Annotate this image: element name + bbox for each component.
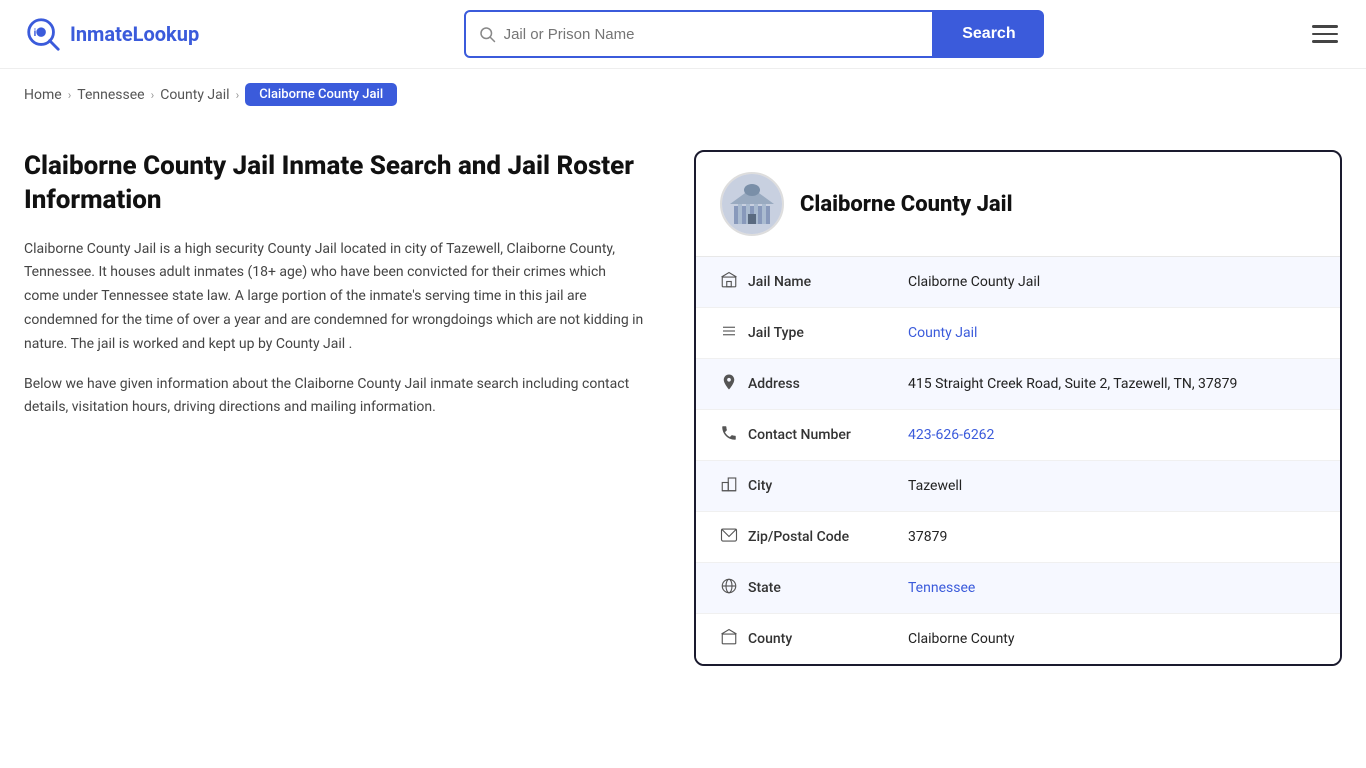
- row-value: Tazewell: [908, 478, 1316, 494]
- logo-link[interactable]: i InmateLookup: [24, 15, 199, 53]
- description-2: Below we have given information about th…: [24, 373, 644, 421]
- hamburger-line1: [1312, 25, 1338, 28]
- county-icon: [720, 628, 748, 650]
- row-value: Claiborne County Jail: [908, 274, 1316, 290]
- search-button[interactable]: Search: [934, 10, 1043, 58]
- row-value: 37879: [908, 529, 1316, 545]
- breadcrumb-jail-type[interactable]: County Jail: [160, 87, 229, 103]
- breadcrumb-state[interactable]: Tennessee: [77, 87, 144, 103]
- card-header: Claiborne County Jail: [696, 152, 1340, 257]
- right-panel: Claiborne County Jail Jail NameClaiborne…: [694, 150, 1342, 666]
- table-row: Jail TypeCounty Jail: [696, 308, 1340, 359]
- info-card: Claiborne County Jail Jail NameClaiborne…: [694, 150, 1342, 666]
- header: i InmateLookup Search: [0, 0, 1366, 69]
- table-row: Address415 Straight Creek Road, Suite 2,…: [696, 359, 1340, 410]
- search-form: Search: [464, 10, 1044, 58]
- table-row: CountyClaiborne County: [696, 614, 1340, 664]
- location-icon: [720, 373, 748, 395]
- chevron-icon: ›: [151, 88, 155, 102]
- search-wrapper: [464, 10, 935, 58]
- phone-icon: [720, 424, 748, 446]
- description-1: Claiborne County Jail is a high security…: [24, 238, 644, 357]
- jail-icon: [720, 271, 748, 293]
- left-panel: Claiborne County Jail Inmate Search and …: [24, 150, 664, 666]
- search-icon: [478, 25, 496, 43]
- city-icon: [720, 475, 748, 497]
- row-value[interactable]: 423-626-6262: [908, 427, 1316, 443]
- page-title: Claiborne County Jail Inmate Search and …: [24, 150, 644, 218]
- courthouse-icon: [722, 174, 782, 234]
- breadcrumb: Home › Tennessee › County Jail › Claibor…: [0, 69, 1366, 120]
- list-icon: [720, 322, 748, 344]
- row-label: Jail Name: [748, 274, 908, 290]
- hamburger-line2: [1312, 33, 1338, 36]
- table-row: Jail NameClaiborne County Jail: [696, 257, 1340, 308]
- jail-avatar: [720, 172, 784, 236]
- svg-text:i: i: [34, 28, 37, 39]
- info-table: Jail NameClaiborne County JailJail TypeC…: [696, 257, 1340, 664]
- row-value[interactable]: Tennessee: [908, 580, 1316, 596]
- table-row: StateTennessee: [696, 563, 1340, 614]
- logo-icon: i: [24, 15, 62, 53]
- row-value: 415 Straight Creek Road, Suite 2, Tazewe…: [908, 376, 1316, 392]
- row-label: Contact Number: [748, 427, 908, 443]
- main-content: Claiborne County Jail Inmate Search and …: [0, 120, 1366, 696]
- table-row: Zip/Postal Code37879: [696, 512, 1340, 563]
- row-value-link[interactable]: County Jail: [908, 325, 977, 341]
- row-value-link[interactable]: Tennessee: [908, 580, 975, 596]
- row-value-link[interactable]: 423-626-6262: [908, 427, 994, 443]
- table-row: Contact Number423-626-6262: [696, 410, 1340, 461]
- search-input[interactable]: [504, 26, 921, 43]
- logo-text: InmateLookup: [70, 22, 199, 46]
- card-title: Claiborne County Jail: [800, 192, 1013, 217]
- row-label: County: [748, 631, 908, 647]
- row-label: City: [748, 478, 908, 494]
- chevron-icon: ›: [68, 88, 72, 102]
- table-row: CityTazewell: [696, 461, 1340, 512]
- hamburger-line3: [1312, 40, 1338, 43]
- breadcrumb-home[interactable]: Home: [24, 87, 62, 103]
- row-label: Zip/Postal Code: [748, 529, 908, 545]
- row-value[interactable]: County Jail: [908, 325, 1316, 341]
- row-label: State: [748, 580, 908, 596]
- row-label: Jail Type: [748, 325, 908, 341]
- state-icon: [720, 577, 748, 599]
- menu-button[interactable]: [1308, 21, 1342, 47]
- zip-icon: [720, 526, 748, 548]
- chevron-icon: ›: [236, 88, 240, 102]
- breadcrumb-current: Claiborne County Jail: [245, 83, 397, 106]
- row-value: Claiborne County: [908, 631, 1316, 647]
- row-label: Address: [748, 376, 908, 392]
